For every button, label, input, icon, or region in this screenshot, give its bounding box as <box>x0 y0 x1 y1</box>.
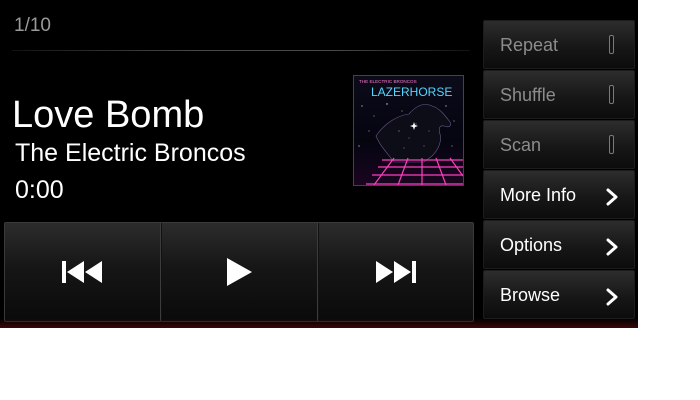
browse-label: Browse <box>500 285 561 305</box>
album-art: THE ELECTRIC BRONCOS LAZERHORSE <box>353 75 464 186</box>
repeat-label: Repeat <box>500 35 559 55</box>
song-title: Love Bomb <box>12 94 205 136</box>
skip-back-icon <box>61 261 102 283</box>
options-button[interactable]: Options <box>483 220 635 269</box>
next-button[interactable] <box>316 223 473 321</box>
scan-toggle[interactable]: Scan <box>483 120 635 169</box>
album-band-text: THE ELECTRIC BRONCOS <box>359 79 417 84</box>
browse-button[interactable]: Browse <box>483 270 635 319</box>
play-button[interactable] <box>160 223 316 321</box>
options-label: Options <box>500 235 563 255</box>
elapsed-time: 0:00 <box>15 176 64 204</box>
repeat-toggle[interactable]: Repeat <box>483 20 635 69</box>
shuffle-toggle[interactable]: Shuffle <box>483 70 635 119</box>
shuffle-indicator <box>609 85 614 104</box>
artist-name: The Electric Broncos <box>15 139 246 167</box>
header-divider <box>12 50 470 51</box>
repeat-indicator <box>609 35 614 54</box>
transport-controls <box>4 222 474 322</box>
scan-indicator <box>609 135 614 154</box>
chevron-right-icon <box>606 188 618 206</box>
previous-button[interactable] <box>5 223 160 321</box>
scan-label: Scan <box>500 135 542 155</box>
chevron-right-icon <box>606 238 618 256</box>
album-art-image: THE ELECTRIC BRONCOS LAZERHORSE <box>354 76 463 185</box>
chevron-right-icon <box>606 288 618 306</box>
more-info-label: More Info <box>500 185 577 205</box>
album-title-text: LAZERHORSE <box>371 85 452 99</box>
play-icon <box>226 258 252 286</box>
track-counter: 1/10 <box>14 15 51 36</box>
skip-forward-icon <box>376 261 417 283</box>
more-info-button[interactable]: More Info <box>483 170 635 219</box>
side-menu: Repeat Shuffle Scan More Info Options Br… <box>483 20 635 320</box>
now-playing-screen: 1/10 Love Bomb The Electric Broncos 0:00 <box>0 0 638 328</box>
shuffle-label: Shuffle <box>500 85 556 105</box>
